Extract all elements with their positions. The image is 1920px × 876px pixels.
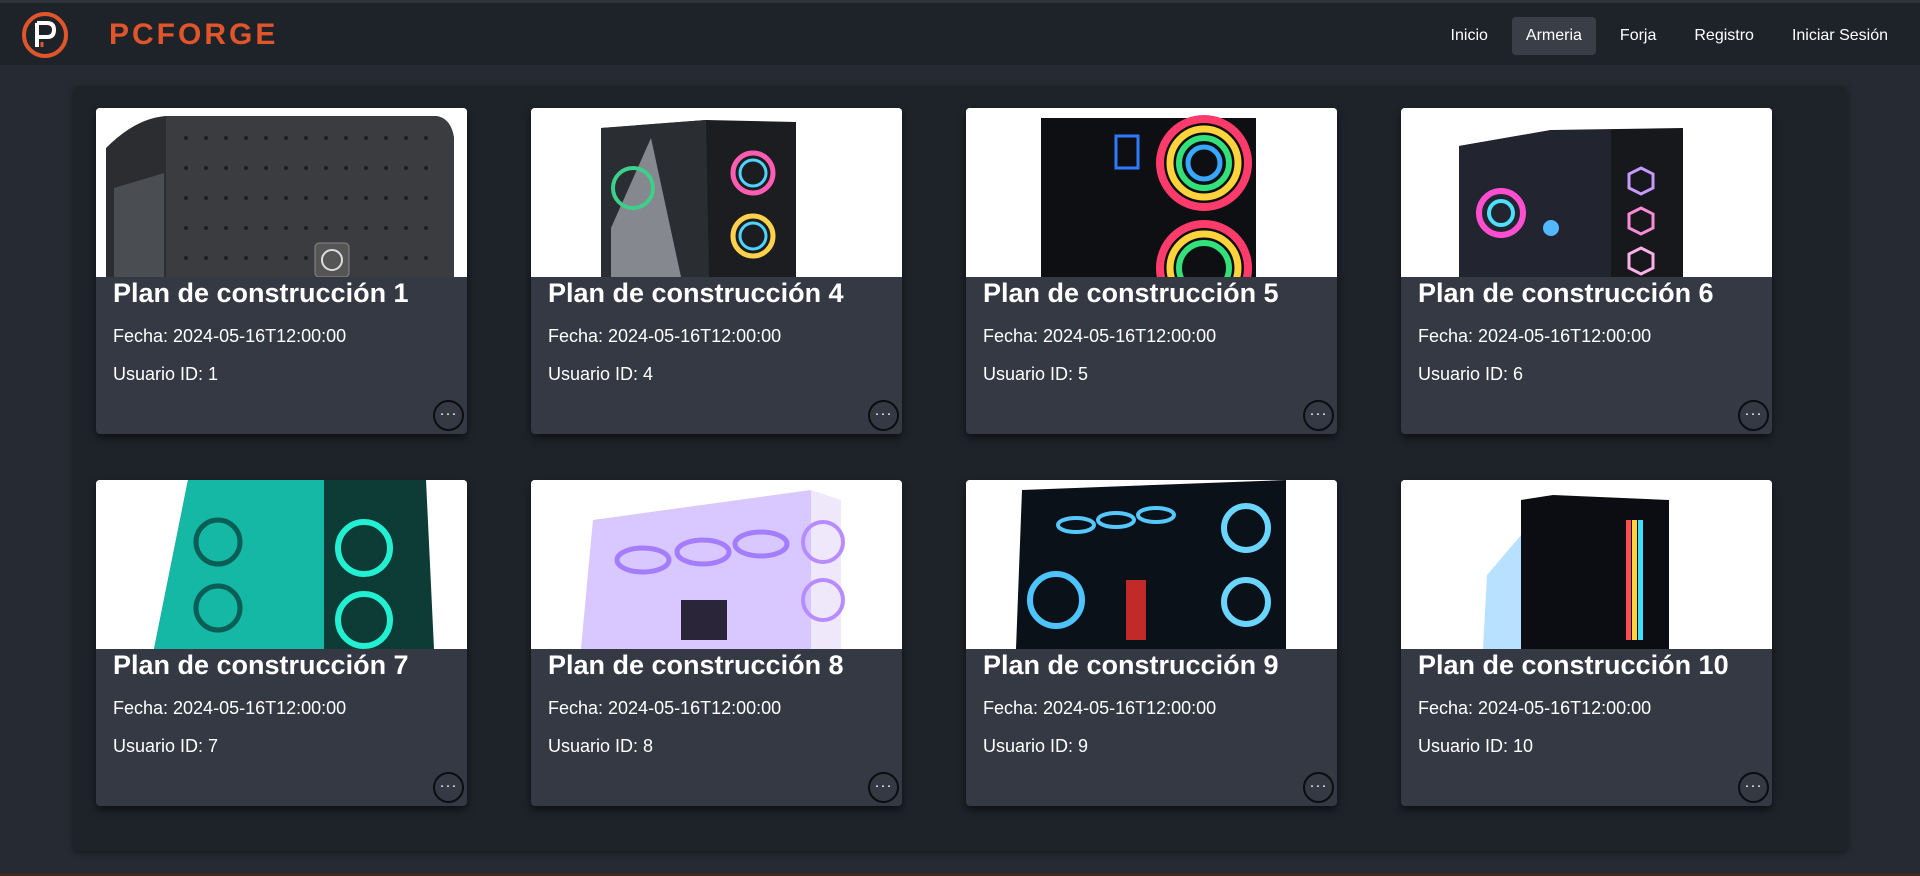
more-options-button[interactable]: ··· (868, 400, 899, 431)
card-title: Plan de construcción 6 (1418, 278, 1714, 308)
pc-case-image (1401, 108, 1772, 277)
pc-case-image (531, 480, 902, 649)
card-title: Plan de construcción 8 (548, 650, 844, 680)
more-options-button[interactable]: ··· (433, 772, 464, 803)
more-options-button[interactable]: ··· (1303, 400, 1334, 431)
nav-links: Inicio Armeria Forja Registro Iniciar Se… (1437, 17, 1902, 55)
nav-iniciar-sesion[interactable]: Iniciar Sesión (1778, 17, 1902, 55)
builds-container: Plan de construcción 1 Fecha: 2024-05-16… (74, 86, 1847, 851)
build-card[interactable]: Plan de construcción 9 Fecha: 2024-05-16… (966, 480, 1337, 806)
builds-grid: Plan de construcción 1 Fecha: 2024-05-16… (96, 108, 1772, 806)
card-user-id: Usuario ID: 8 (548, 736, 654, 756)
card-user-id: Usuario ID: 7 (113, 736, 219, 756)
nav-forja[interactable]: Forja (1606, 17, 1670, 55)
ellipsis-icon: ··· (1744, 776, 1763, 794)
more-options-button[interactable]: ··· (1738, 772, 1769, 803)
card-user-id: Usuario ID: 5 (983, 364, 1089, 384)
pc-case-image (1401, 480, 1772, 649)
build-card[interactable]: Plan de construcción 1 Fecha: 2024-05-16… (96, 108, 467, 434)
pc-case-image (966, 108, 1337, 277)
ellipsis-icon: ··· (1309, 776, 1328, 794)
card-date: Fecha: 2024-05-16T12:00:00 (548, 326, 782, 346)
card-title: Plan de construcción 5 (983, 278, 1279, 308)
more-options-button[interactable]: ··· (1738, 400, 1769, 431)
build-card[interactable]: Plan de construcción 4 Fecha: 2024-05-16… (531, 108, 902, 434)
top-navbar: PCFORGE Inicio Armeria Forja Registro In… (0, 0, 1920, 65)
card-date: Fecha: 2024-05-16T12:00:00 (1418, 698, 1652, 718)
card-title: Plan de construcción 10 (1418, 650, 1729, 680)
pc-case-image (96, 108, 467, 277)
more-options-button[interactable]: ··· (433, 400, 464, 431)
build-card[interactable]: Plan de construcción 6 Fecha: 2024-05-16… (1401, 108, 1772, 434)
card-title: Plan de construcción 1 (113, 278, 409, 308)
card-date: Fecha: 2024-05-16T12:00:00 (983, 326, 1217, 346)
brand-wordmark[interactable]: PCFORGE (107, 17, 307, 51)
nav-armeria[interactable]: Armeria (1511, 17, 1596, 55)
card-user-id: Usuario ID: 6 (1418, 364, 1524, 384)
card-title: Plan de construcción 9 (983, 650, 1279, 680)
nav-registro[interactable]: Registro (1680, 17, 1768, 55)
build-card[interactable]: Plan de construcción 5 Fecha: 2024-05-16… (966, 108, 1337, 434)
card-user-id: Usuario ID: 1 (113, 364, 219, 384)
card-title: Plan de construcción 4 (548, 278, 844, 308)
card-date: Fecha: 2024-05-16T12:00:00 (1418, 326, 1652, 346)
more-options-button[interactable]: ··· (868, 772, 899, 803)
ellipsis-icon: ··· (439, 404, 458, 422)
card-date: Fecha: 2024-05-16T12:00:00 (983, 698, 1217, 718)
card-date: Fecha: 2024-05-16T12:00:00 (113, 698, 347, 718)
card-date: Fecha: 2024-05-16T12:00:00 (113, 326, 347, 346)
pc-case-image (531, 108, 902, 277)
logo-icon[interactable] (21, 11, 69, 59)
build-card[interactable]: Plan de construcción 7 Fecha: 2024-05-16… (96, 480, 467, 806)
more-options-button[interactable]: ··· (1303, 772, 1334, 803)
build-card[interactable]: Plan de construcción 8 Fecha: 2024-05-16… (531, 480, 902, 806)
ellipsis-icon: ··· (439, 776, 458, 794)
pc-case-image (96, 480, 467, 649)
card-user-id: Usuario ID: 4 (548, 364, 654, 384)
card-user-id: Usuario ID: 9 (983, 736, 1089, 756)
nav-inicio[interactable]: Inicio (1437, 17, 1502, 55)
pc-case-image (966, 480, 1337, 649)
svg-text:PCFORGE: PCFORGE (109, 18, 278, 51)
ellipsis-icon: ··· (1744, 404, 1763, 422)
card-title: Plan de construcción 7 (113, 650, 409, 680)
ellipsis-icon: ··· (874, 404, 893, 422)
ellipsis-icon: ··· (1309, 404, 1328, 422)
card-date: Fecha: 2024-05-16T12:00:00 (548, 698, 782, 718)
build-card[interactable]: Plan de construcción 10 Fecha: 2024-05-1… (1401, 480, 1772, 806)
card-user-id: Usuario ID: 10 (1418, 736, 1534, 756)
ellipsis-icon: ··· (874, 776, 893, 794)
